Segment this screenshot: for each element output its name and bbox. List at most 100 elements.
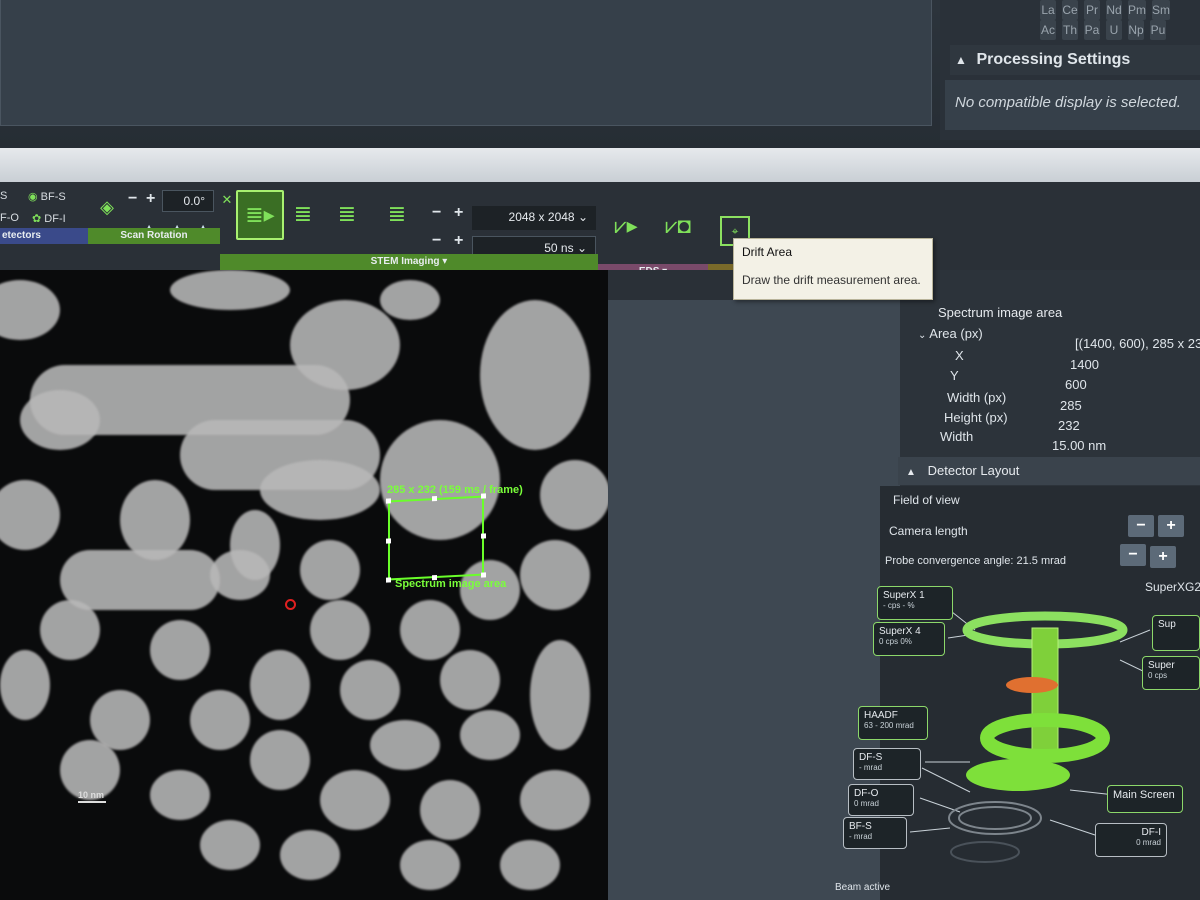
- periodic-table: La Ce Pr Nd Pm Sm Ac Th Pa U Np Pu: [1040, 0, 1200, 40]
- element-sm[interactable]: Sm: [1152, 0, 1170, 20]
- probe-angle-label: Probe convergence angle: 21.5 mrad: [885, 555, 1067, 567]
- start-scan-button[interactable]: ≣▸: [236, 190, 284, 240]
- res-minus-button[interactable]: −: [432, 204, 441, 222]
- aperture-icon: [1006, 677, 1058, 693]
- bfs-label: BF-S: [40, 191, 66, 203]
- record-video-button[interactable]: ≣: [380, 194, 414, 234]
- eds-snapshot-button[interactable]: ⩗◘: [658, 206, 698, 246]
- superx-right2-status: 0 cps: [1148, 671, 1168, 680]
- play-scan-icon: ≣▸: [245, 202, 275, 227]
- camera-length-minus[interactable]: −: [1128, 515, 1154, 537]
- prop-height-px-value[interactable]: 232: [1058, 418, 1080, 433]
- scan-rotation-icon[interactable]: ◈: [94, 194, 120, 220]
- video-icon: ≣: [387, 201, 407, 226]
- gear-icon: ✿: [32, 213, 42, 225]
- resolution-value: 2048 x 2048: [508, 210, 575, 224]
- stem-image-viewer[interactable]: [0, 270, 608, 900]
- beam-position-marker[interactable]: [285, 599, 296, 610]
- dfi-ring[interactable]: [958, 806, 1032, 830]
- pin-icon[interactable]: ✕: [220, 190, 234, 210]
- bfs-ring[interactable]: [950, 841, 1020, 863]
- dfo-range: 0 mrad: [854, 799, 879, 808]
- spectrum-image-roi[interactable]: [386, 493, 486, 583]
- df-ring[interactable]: [966, 759, 1070, 791]
- chevron-up-icon: ▲: [906, 467, 916, 478]
- roi-handle-tl[interactable]: [386, 498, 391, 504]
- camera-scan-icon: ≣: [293, 201, 313, 226]
- haadf-detector[interactable]: HAADF 63 - 200 mrad: [858, 706, 928, 740]
- dfi-detector-box[interactable]: DF-I 0 mrad: [1095, 823, 1167, 857]
- bfs-detector[interactable]: ◉ BF-S: [28, 190, 66, 203]
- superx1-detector[interactable]: SuperX 1 - cps - %: [877, 586, 953, 620]
- scan-rotation-input[interactable]: 0.0°: [162, 190, 214, 212]
- spectrum-play-icon: ⩗▸: [614, 213, 638, 238]
- dfo-detector[interactable]: DF-O 0 mrad: [848, 784, 914, 816]
- superx4-detector[interactable]: SuperX 4 0 cps 0%: [873, 622, 945, 656]
- scan-rotation-group: ◈ − + 0.0° ▲ ▲ ▲ Scan Rotation: [88, 182, 220, 270]
- roi-handle-tr[interactable]: [481, 493, 486, 499]
- element-ac[interactable]: Ac: [1040, 20, 1056, 40]
- element-pr[interactable]: Pr: [1084, 0, 1100, 20]
- dwell-value: 50 ns: [544, 241, 574, 255]
- acquire-image-button[interactable]: ≣: [286, 194, 320, 234]
- chevron-down-icon: ⌄: [918, 330, 927, 341]
- resolution-select[interactable]: 2048 x 2048 ⌄: [472, 206, 596, 230]
- element-pa[interactable]: Pa: [1084, 20, 1100, 40]
- bfo-detector[interactable]: F-O: [0, 212, 19, 224]
- roi-handle-t[interactable]: [432, 495, 437, 502]
- res-plus-button[interactable]: +: [454, 204, 463, 222]
- element-np[interactable]: Np: [1128, 20, 1144, 40]
- bfs-partial[interactable]: S: [0, 190, 7, 202]
- prop-width-px-value[interactable]: 285: [1060, 398, 1082, 413]
- scale-bar: 10 nm: [78, 790, 106, 803]
- rotation-minus-button[interactable]: −: [128, 190, 137, 208]
- rotation-plus-button[interactable]: +: [146, 190, 155, 208]
- roi-handle-r[interactable]: [481, 533, 486, 539]
- chevron-up-icon: ▲: [955, 53, 967, 67]
- properties-title: Spectrum image area: [938, 305, 1063, 320]
- roi-handle-l[interactable]: [386, 538, 391, 544]
- prop-y-value[interactable]: 600: [1065, 377, 1087, 392]
- prop-width-px-label: Width (px): [947, 390, 1007, 405]
- element-u[interactable]: U: [1106, 20, 1122, 40]
- bfs-detector-box[interactable]: BF-S - mrad: [843, 817, 907, 849]
- window-titlebar: [0, 148, 1200, 182]
- superx-right2-detector[interactable]: Super 0 cps: [1142, 656, 1200, 690]
- dwell-minus-button[interactable]: −: [432, 232, 441, 250]
- probe-minus[interactable]: −: [1120, 544, 1146, 566]
- dwell-plus-button[interactable]: +: [454, 232, 463, 250]
- prop-width-value[interactable]: 15.00 nm: [1052, 438, 1106, 453]
- processing-message: No compatible display is selected.: [945, 80, 1200, 130]
- element-th[interactable]: Th: [1062, 20, 1078, 40]
- element-pm[interactable]: Pm: [1128, 0, 1146, 20]
- superx4-status: 0 cps 0%: [879, 637, 912, 646]
- roi-handle-br[interactable]: [481, 572, 486, 578]
- element-nd[interactable]: Nd: [1106, 0, 1122, 20]
- roi-handle-bl[interactable]: [386, 577, 391, 583]
- dfs-name: DF-S: [859, 752, 883, 763]
- superx-right1-detector[interactable]: Sup: [1152, 615, 1200, 651]
- camera-length-label: Camera length: [889, 524, 968, 538]
- superx-right1-name: Sup: [1158, 619, 1176, 630]
- prop-x-label: X: [955, 348, 964, 363]
- superx-right2-name: Super: [1148, 660, 1175, 671]
- haadf-name: HAADF: [864, 710, 898, 721]
- superx1-status: - cps - %: [883, 601, 915, 610]
- area-value: [(1400, 600), 285 x 232: [1075, 336, 1200, 351]
- area-row[interactable]: ⌄ Area (px): [918, 326, 983, 341]
- dfi-detector[interactable]: ✿ DF-I: [32, 212, 66, 225]
- prop-x-value[interactable]: 1400: [1070, 357, 1099, 372]
- element-la[interactable]: La: [1040, 0, 1056, 20]
- detector-layout-header[interactable]: ▲ Detector Layout: [898, 457, 1200, 485]
- probe-plus[interactable]: +: [1150, 546, 1176, 568]
- element-pu[interactable]: Pu: [1150, 20, 1166, 40]
- eds-acquire-button[interactable]: ⩗▸: [608, 206, 644, 246]
- stem-imaging-label[interactable]: STEM Imaging ▾: [220, 254, 598, 270]
- element-ce[interactable]: Ce: [1062, 0, 1078, 20]
- processing-settings-header[interactable]: ▲ Processing Settings: [950, 45, 1200, 75]
- acquire-series-button[interactable]: ≣: [330, 194, 364, 234]
- dfs-detector[interactable]: DF-S - mrad: [853, 748, 921, 780]
- chevron-down-icon: ⌄: [576, 241, 587, 255]
- camera-length-plus[interactable]: +: [1158, 515, 1184, 537]
- main-screen-detector[interactable]: Main Screen: [1107, 785, 1183, 813]
